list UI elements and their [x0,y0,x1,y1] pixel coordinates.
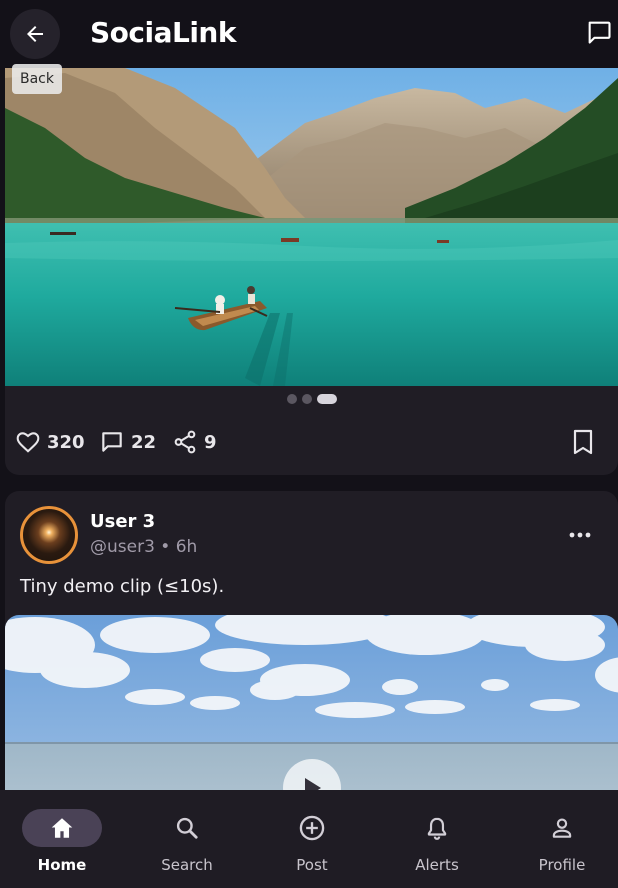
bookmark-icon [573,429,593,455]
post-caption: Tiny demo clip (≤10s). [20,576,225,597]
avatar[interactable] [20,506,78,564]
carousel-dot[interactable] [301,394,312,404]
app-title: SociaLink [90,16,237,49]
nav-profile-indicator [522,809,602,847]
nav-profile[interactable]: Profile [500,790,618,888]
arrow-left-icon [27,26,43,42]
nav-home-label: Home [37,856,87,874]
share-count: 9 [204,431,217,453]
carousel-dot[interactable] [286,394,297,404]
carousel-dot-active[interactable] [316,394,337,404]
person-icon [552,818,572,838]
home-icon [51,818,73,838]
back-tooltip: Back [12,64,62,94]
app-root: SociaLink 320 22 9 Back User 3 @user3 • … [0,0,618,888]
nav-alerts-indicator [397,809,477,847]
nav-search[interactable]: Search [125,790,249,888]
more-options-button[interactable] [568,525,592,545]
nav-home-indicator [22,809,102,847]
nav-search-label: Search [161,856,213,874]
more-horizontal-icon [569,532,591,538]
like-button[interactable]: 320 [15,426,85,458]
messages-button[interactable] [584,17,614,47]
bookmark-button[interactable] [570,428,596,456]
bell-icon [427,817,447,840]
heart-icon [16,432,40,453]
nav-post-indicator [272,809,352,847]
chat-bubble-icon [588,21,611,44]
nav-home[interactable]: Home [0,790,124,888]
post-author-handle-time: @user3 • 6h [90,537,198,557]
post-card-image: 320 22 9 [5,68,618,475]
share-button[interactable]: 9 [172,426,217,458]
nav-alerts-label: Alerts [415,856,459,874]
post-author-name[interactable]: User 3 [90,511,155,532]
add-circle-icon [299,815,325,841]
back-button[interactable] [10,9,60,59]
nav-post-label: Post [296,856,328,874]
search-icon [176,817,198,839]
carousel-indicator [5,394,618,404]
comment-count: 22 [131,431,157,453]
like-count: 320 [47,431,85,453]
nav-post[interactable]: Post [250,790,374,888]
nav-alerts[interactable]: Alerts [375,790,499,888]
bottom-navigation: Home Search Post Alerts Profile [0,790,618,888]
share-icon [174,430,196,454]
comment-icon [102,432,122,452]
post-actions: 320 22 9 [5,426,618,458]
top-app-bar: SociaLink [0,0,618,68]
post-photo-lake[interactable] [5,68,618,386]
nav-search-indicator [147,809,227,847]
comment-button[interactable]: 22 [99,426,156,458]
nav-profile-label: Profile [538,856,586,874]
